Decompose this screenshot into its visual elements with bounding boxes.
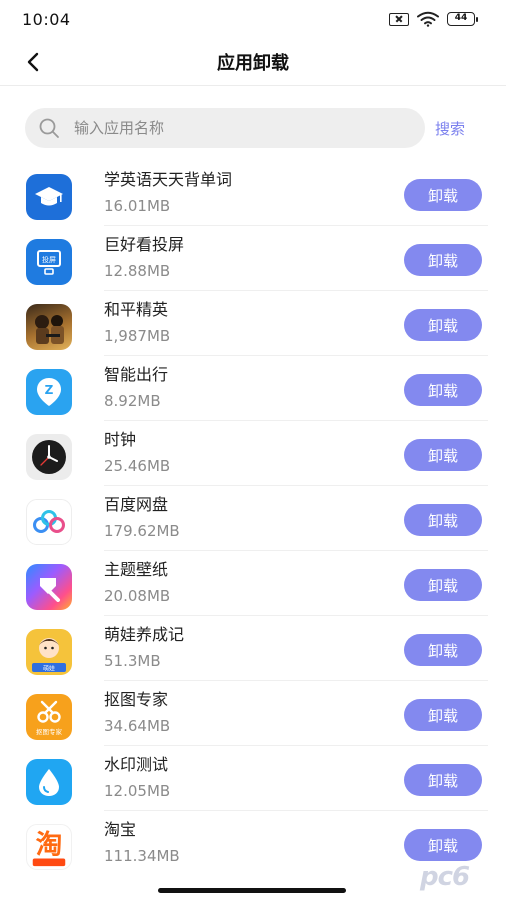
cloud-drive-icon [26, 499, 72, 545]
map-pin-icon: Z [26, 369, 72, 415]
search-icon [39, 118, 59, 138]
app-info: 学英语天天背单词 16.01MB [104, 169, 232, 215]
list-item: 时钟 25.46MB 卸载 [0, 421, 506, 486]
battery-level: 44 [447, 12, 475, 26]
uninstall-button[interactable]: 卸载 [404, 439, 482, 471]
app-info: 巨好看投屏 12.88MB [104, 234, 184, 280]
app-info: 和平精英 1,987MB [104, 299, 170, 345]
app-size: 111.34MB [104, 847, 180, 865]
uninstall-button[interactable]: 卸载 [404, 829, 482, 861]
watermark: pc6 [420, 862, 470, 892]
app-name: 智能出行 [104, 365, 169, 384]
app-size: 8.92MB [104, 392, 161, 410]
taobao-icon: 淘 [26, 824, 72, 870]
back-button[interactable] [18, 48, 48, 76]
page-title: 应用卸载 [217, 52, 289, 74]
app-info: 水印测试 12.05MB [104, 754, 170, 800]
uninstall-button[interactable]: 卸载 [404, 309, 482, 341]
search-bar: 搜索 [25, 108, 485, 148]
list-item: Z 智能出行 8.92MB 卸载 [0, 356, 506, 421]
status-icons: 44 [389, 11, 478, 27]
list-item: 百度网盘 179.62MB 卸载 [0, 486, 506, 551]
uninstall-button[interactable]: 卸载 [404, 699, 482, 731]
uninstall-button[interactable]: 卸载 [404, 244, 482, 276]
app-name: 主题壁纸 [104, 560, 169, 579]
app-size: 16.01MB [104, 197, 171, 215]
screen-cast-icon: 投屏 [26, 239, 72, 285]
clock-icon [26, 434, 72, 480]
app-size: 179.62MB [104, 522, 180, 540]
wifi-icon [417, 11, 439, 27]
uninstall-button[interactable]: 卸载 [404, 504, 482, 536]
app-name: 水印测试 [104, 755, 169, 774]
app-size: 12.05MB [104, 782, 171, 800]
icon-label: 投屏 [42, 255, 56, 264]
game-icon [26, 304, 72, 350]
list-item: 投屏 巨好看投屏 12.88MB 卸载 [0, 226, 506, 291]
app-name: 抠图专家 [104, 690, 169, 709]
list-item: 抠图专家 抠图专家 34.64MB 卸载 [0, 681, 506, 746]
uninstall-button[interactable]: 卸载 [404, 374, 482, 406]
app-size: 20.08MB [104, 587, 171, 605]
app-name: 学英语天天背单词 [104, 170, 233, 189]
header: 应用卸载 [0, 38, 506, 86]
app-info: 抠图专家 34.64MB [104, 689, 170, 735]
home-indicator[interactable] [158, 888, 346, 893]
app-size: 25.46MB [104, 457, 171, 475]
paint-brush-icon [26, 564, 72, 610]
svg-text:Z: Z [45, 383, 54, 397]
app-list: 学英语天天背单词 16.01MB 卸载 投屏 巨好看投屏 12.88MB 卸载 [0, 161, 506, 876]
app-name: 时钟 [104, 430, 137, 449]
list-item: 萌娃 萌娃养成记 51.3MB 卸载 [0, 616, 506, 681]
baby-icon: 萌娃 [26, 629, 72, 675]
no-sim-icon [389, 12, 409, 26]
list-item: 主题壁纸 20.08MB 卸载 [0, 551, 506, 616]
chevron-left-icon [27, 52, 39, 72]
status-bar: 10:04 44 [0, 0, 506, 38]
list-item: 水印测试 12.05MB 卸载 [0, 746, 506, 811]
uninstall-button[interactable]: 卸载 [404, 569, 482, 601]
uninstall-button[interactable]: 卸载 [404, 179, 482, 211]
status-time: 10:04 [22, 9, 71, 29]
list-item: 和平精英 1,987MB 卸载 [0, 291, 506, 356]
icon-label: 淘 [36, 830, 63, 861]
icon-label: 萌娃 [43, 665, 55, 673]
app-name: 和平精英 [104, 300, 169, 319]
app-name: 萌娃养成记 [104, 625, 185, 644]
uninstall-button[interactable]: 卸载 [404, 634, 482, 666]
app-info: 淘宝 111.34MB [104, 819, 180, 865]
search-input[interactable] [74, 119, 374, 137]
app-info: 时钟 25.46MB [104, 429, 170, 475]
app-name: 巨好看投屏 [104, 235, 185, 254]
app-info: 萌娃养成记 51.3MB [104, 624, 184, 670]
app-info: 主题壁纸 20.08MB [104, 559, 170, 605]
icon-label: 抠图专家 [36, 727, 63, 736]
water-drop-icon [26, 759, 72, 805]
app-name: 百度网盘 [104, 495, 169, 514]
app-info: 百度网盘 179.62MB [104, 494, 180, 540]
list-item: 学英语天天背单词 16.01MB 卸载 [0, 161, 506, 226]
search-box[interactable] [25, 108, 425, 148]
app-size: 34.64MB [104, 717, 171, 735]
scissors-icon: 抠图专家 [26, 694, 72, 740]
app-size: 1,987MB [104, 327, 171, 345]
uninstall-button[interactable]: 卸载 [404, 764, 482, 796]
app-size: 51.3MB [104, 652, 161, 670]
battery-icon: 44 [447, 12, 478, 26]
app-info: 智能出行 8.92MB [104, 364, 168, 410]
search-button[interactable]: 搜索 [435, 118, 465, 139]
app-size: 12.88MB [104, 262, 171, 280]
graduation-cap-icon [26, 174, 72, 220]
app-name: 淘宝 [104, 820, 137, 839]
